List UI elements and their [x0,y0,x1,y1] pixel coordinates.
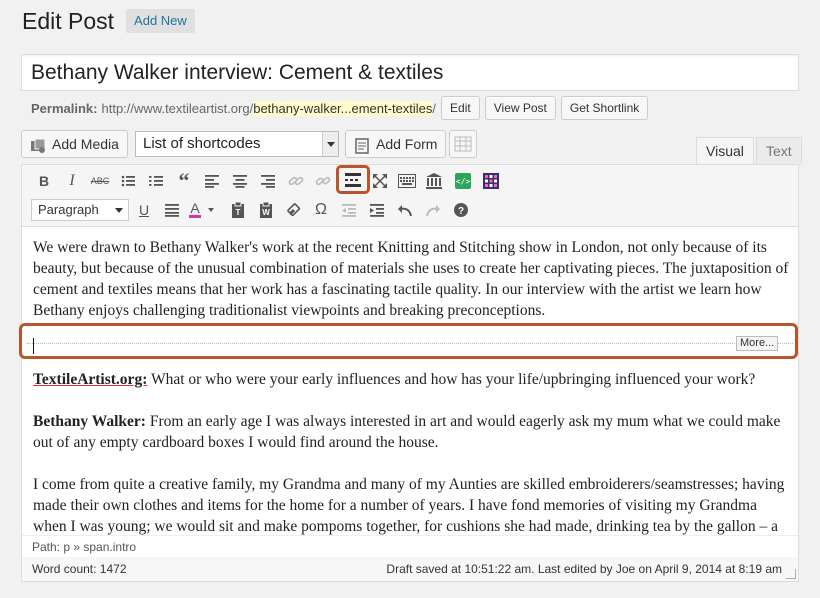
unlink-icon[interactable] [312,170,334,192]
permalink-base: http://www.textileartist.org/ [101,100,254,116]
code-icon[interactable]: </> [452,170,474,192]
special-char-icon[interactable]: Ω [310,199,332,221]
bold-icon[interactable]: B [33,170,55,192]
editor-toolbar: B I ABC “ </> Paragraph U A T W Ω ? [22,165,798,227]
tab-text[interactable]: Text [756,137,802,165]
strikethrough-icon[interactable]: ABC [89,170,111,192]
bullet-list-icon[interactable] [117,170,139,192]
underline-icon[interactable]: U [133,199,155,221]
edit-permalink-button[interactable]: Edit [441,96,480,120]
keyboard-icon[interactable] [396,170,418,192]
intro-paragraph: We were drawn to Bethany Walker's work a… [33,239,789,319]
svg-text:T: T [236,208,241,217]
italic-icon[interactable]: I [61,170,83,192]
grid-icon[interactable] [480,170,502,192]
shortcodes-select-value: List of shortcodes [143,135,261,152]
redo-icon[interactable] [422,199,444,221]
add-form-label: Add Form [376,136,438,152]
align-left-icon[interactable] [201,170,223,192]
svg-text:W: W [262,208,270,217]
answer-paragraph: Bethany Walker: From an early age I was … [33,411,791,453]
svg-text:</>: </> [456,177,471,186]
permalink-row: Permalink: http://www.textileartist.org/… [31,96,649,120]
permalink-label: Permalink: [31,100,98,116]
clear-format-icon[interactable] [283,199,305,221]
get-shortlink-button[interactable]: Get Shortlink [560,96,649,120]
answer-label: Bethany Walker: [33,413,146,430]
table-icon [454,136,472,152]
view-post-button[interactable]: View Post [484,96,556,120]
link-icon[interactable] [285,170,307,192]
columns-icon[interactable] [423,170,445,192]
status-bar: Word count: 1472 Draft saved at 10:51:22… [21,557,799,582]
permalink-trail: / [432,100,437,116]
numbered-list-icon[interactable] [145,170,167,192]
question-text: What or who were your early influences a… [147,371,756,388]
page-heading: Edit Post Add New [22,6,195,36]
tab-visual[interactable]: Visual [696,137,754,165]
help-icon[interactable]: ? [450,199,472,221]
shortcodes-select[interactable]: List of shortcodes [135,131,339,157]
more-separator-highlight [19,323,798,359]
resize-handle[interactable] [786,569,796,579]
read-more-highlight [336,165,370,194]
add-form-button[interactable]: Add Form [345,130,447,158]
blockquote-icon[interactable]: “ [173,168,195,193]
add-media-label: Add Media [52,136,119,152]
justify-icon[interactable] [161,199,183,221]
media-icon [30,136,46,153]
fullscreen-icon[interactable] [369,170,391,192]
outdent-icon[interactable] [338,199,360,221]
draft-status: Draft saved at 10:51:22 am. Last edited … [386,562,782,576]
align-right-icon[interactable] [257,170,279,192]
indent-icon[interactable] [366,199,388,221]
question-label: TextileArtist.org: [33,371,148,388]
page-title: Edit Post [22,8,115,34]
word-count: Word count: 1472 [32,562,127,576]
svg-text:?: ? [458,206,464,217]
table-grid-button[interactable] [449,130,477,158]
svg-text:A: A [190,201,200,216]
question-paragraph: TextileArtist.org: What or who were your… [33,369,791,390]
body-paragraph: I come from quite a creative family, my … [33,476,785,535]
permalink-slug[interactable]: bethany-walker...ement-textiles [253,100,433,116]
answer-text: From an early age I was always intereste… [33,413,781,451]
post-title-input[interactable]: Bethany Walker interview: Cement & texti… [21,54,799,91]
paragraph-format-select[interactable]: Paragraph [31,199,129,221]
align-center-icon[interactable] [229,170,251,192]
paste-text-icon[interactable]: T [227,199,249,221]
post-title-value: Bethany Walker interview: Cement & texti… [31,61,444,84]
element-path: Path: p » span.intro [22,535,798,557]
add-new-button[interactable]: Add New [126,9,195,33]
media-bar: Add Media List of shortcodes Add Form [21,130,799,158]
editor: B I ABC “ </> Paragraph U A T W Ω ? We w… [19,164,799,558]
chevron-down-icon [322,132,338,156]
undo-icon[interactable] [394,199,416,221]
text-color-icon[interactable]: A [188,199,218,221]
editor-content-body[interactable]: TextileArtist.org: What or who were your… [33,369,791,558]
form-icon [354,136,370,154]
add-media-button[interactable]: Add Media [21,130,128,158]
paste-word-icon[interactable]: W [255,199,277,221]
